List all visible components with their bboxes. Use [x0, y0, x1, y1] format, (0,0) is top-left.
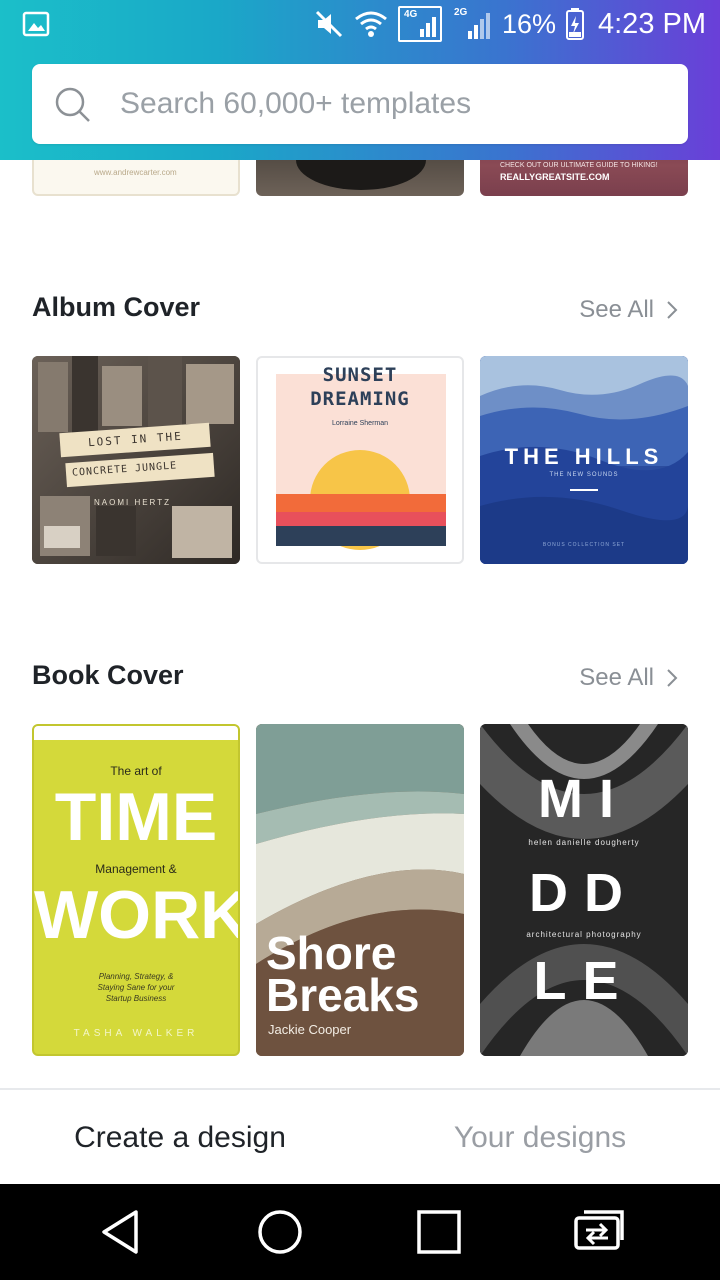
switch-app-icon[interactable] — [572, 1208, 626, 1256]
see-all-album-cover[interactable]: See All — [579, 296, 678, 324]
stripe-navy — [276, 526, 446, 546]
book-author: Jackie Cooper — [268, 1022, 352, 1037]
system-navigation-bar — [0, 1184, 720, 1280]
signal-bar — [485, 13, 490, 39]
signal-bar — [419, 29, 424, 37]
wifi-icon — [355, 11, 387, 37]
book-title-line1: TIME — [54, 779, 218, 855]
book-title-line2: WORK — [34, 877, 240, 953]
search-placeholder: Search 60,000+ templates — [120, 87, 472, 120]
status-icons: 4G 2G 16% 4:23 PM — [314, 0, 706, 48]
book-title-line1: MI — [538, 769, 630, 829]
search-icon — [55, 87, 90, 122]
battery-percent: 16% — [501, 8, 556, 39]
album-footer: BONUS COLLECTION SET — [542, 542, 626, 548]
signal-4g-icon: 4G — [397, 6, 442, 42]
book-title-line3: LE — [533, 951, 635, 1011]
template-card-the-hills[interactable]: THE HILLS THE NEW SOUNDS BONUS COLLECTIO… — [480, 356, 688, 564]
stripe-red — [276, 512, 446, 526]
section-title-album-cover: Album Cover — [32, 292, 201, 322]
see-all-label: See All — [579, 296, 654, 323]
status-bar: 4G 2G 16% 4:23 PM — [0, 0, 720, 48]
book-pretitle: The art of — [110, 764, 162, 778]
network-type-label: 4G — [403, 9, 418, 20]
book-tagline: Startup Business — [105, 994, 167, 1003]
network-type-label: 2G — [453, 7, 468, 18]
template-card-shore-breaks[interactable]: Shore Breaks Jackie Cooper — [256, 724, 464, 1056]
album-title-line2: DREAMING — [310, 388, 410, 410]
signal-bar — [473, 25, 478, 39]
mute-icon — [315, 10, 343, 38]
album-title: THE HILLS — [504, 444, 664, 469]
search-input[interactable]: Search 60,000+ templates — [32, 64, 688, 144]
top-margin — [34, 726, 238, 740]
battery-charging-icon — [566, 8, 584, 40]
recent-apps-icon[interactable] — [415, 1208, 463, 1256]
scroll-content[interactable]: www.andrewcarter.com CHECK OUT OUR ULTIM… — [0, 0, 720, 1088]
book-title-line2: Breaks — [266, 969, 420, 1021]
signal-bar — [425, 23, 430, 37]
album-author: Lorraine Sherman — [331, 420, 389, 427]
card-text: www.andrewcarter.com — [94, 168, 177, 177]
card-text: CHECK OUT OUR ULTIMATE GUIDE TO HIKING! — [500, 162, 658, 169]
album-title-line2: CONCRETE JUNGLE — [71, 460, 178, 479]
book-subtitle: architectural photography — [526, 930, 642, 939]
template-card-sunset-dreaming[interactable]: SUNSET DREAMING Lorraine Sherman — [256, 356, 464, 564]
gallery-notification-icon — [22, 11, 50, 37]
album-title-line1: LOST IN THE — [87, 429, 184, 450]
app-header: 4G 2G 16% 4:23 PM Search 60,000+ templat… — [0, 0, 720, 160]
divider — [570, 489, 598, 491]
book-tagline: Planning, Strategy, & — [98, 972, 174, 981]
book-title-line2: DD — [529, 863, 639, 923]
template-card-time-work[interactable]: The art of TIME Management & WORK Planni… — [32, 724, 240, 1056]
home-icon[interactable] — [256, 1208, 304, 1256]
signal-bar — [479, 19, 484, 39]
book-author: helen danielle dougherty — [528, 838, 640, 847]
bottom-tab-bar: Create a design Your designs — [0, 1088, 720, 1184]
back-icon[interactable] — [98, 1208, 146, 1256]
album-author: NAOMI HERTZ — [94, 498, 171, 507]
chevron-right-icon — [667, 301, 678, 319]
stripe-orange — [276, 494, 446, 512]
book-tagline: Staying Sane for your — [97, 983, 175, 992]
section-title-book-cover: Book Cover — [32, 660, 184, 690]
tab-create-a-design[interactable]: Create a design — [0, 1090, 360, 1186]
album-subtitle: THE NEW SOUNDS — [549, 472, 619, 478]
album-title-line1: SUNSET — [322, 364, 398, 386]
signal-2g-icon: 2G — [452, 6, 492, 42]
card-text: REALLYGREATSITE.COM — [500, 172, 610, 182]
see-all-label: See All — [579, 664, 654, 691]
tab-your-designs[interactable]: Your designs — [360, 1090, 720, 1186]
book-author: TASHA WALKER — [73, 1028, 199, 1039]
signal-bar — [431, 17, 436, 37]
signal-bar — [467, 31, 472, 39]
template-card-lost-in-the-concrete-jungle[interactable]: LOST IN THE CONCRETE JUNGLE NAOMI HERTZ — [32, 356, 240, 564]
clock: 4:23 PM — [598, 7, 706, 40]
chevron-right-icon — [667, 669, 678, 687]
see-all-book-cover[interactable]: See All — [579, 664, 678, 692]
template-card-middle[interactable]: MI helen danielle dougherty DD architect… — [480, 724, 688, 1056]
book-title-mid: Management & — [95, 862, 177, 876]
